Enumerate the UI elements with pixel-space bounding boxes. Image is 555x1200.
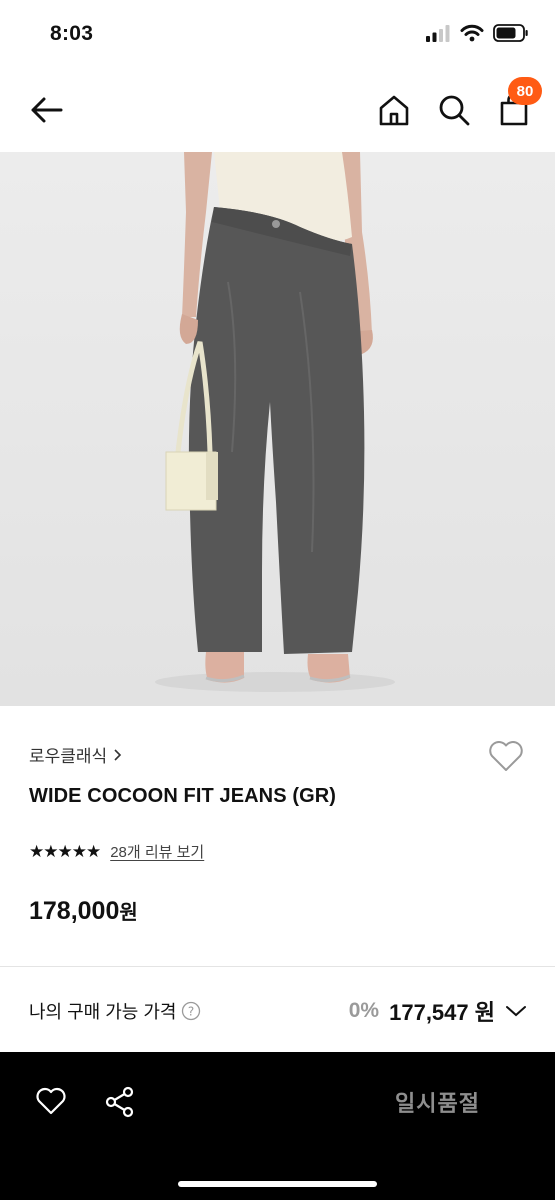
my-price-values: 0% 177,547 원 bbox=[349, 995, 527, 1027]
status-icons bbox=[425, 24, 529, 42]
my-price-row[interactable]: 나의 구매 가능 가격 ? 0% 177,547 원 bbox=[0, 967, 555, 1052]
search-icon[interactable] bbox=[436, 92, 472, 128]
signal-icon bbox=[426, 25, 450, 42]
my-price-label: 나의 구매 가능 가격 bbox=[29, 1002, 177, 1022]
top-nav bbox=[0, 70, 555, 152]
wifi-icon bbox=[460, 24, 484, 42]
help-icon[interactable]: ? bbox=[181, 1001, 201, 1021]
product-name: WIDE COCOON FIT JEANS (GR) bbox=[29, 785, 337, 807]
cart-count-badge: 80 bbox=[508, 77, 542, 105]
product-image[interactable] bbox=[0, 152, 555, 706]
back-arrow-icon[interactable] bbox=[26, 90, 66, 130]
my-price-amount: 177,547 원 bbox=[389, 1000, 495, 1025]
bottom-action-bar: 일시품절 bbox=[0, 1052, 555, 1200]
heart-icon[interactable] bbox=[34, 1084, 68, 1118]
battery-icon bbox=[493, 24, 528, 42]
svg-text:?: ? bbox=[188, 1005, 194, 1019]
product-photo bbox=[155, 152, 395, 692]
discount-rate: 0% bbox=[348, 999, 380, 1022]
chevron-right-icon bbox=[114, 748, 122, 761]
status-bar: 8:03 bbox=[0, 0, 555, 70]
soldout-button[interactable]: 일시품절 bbox=[395, 1086, 480, 1118]
brand-name: 로우클래식 bbox=[29, 747, 108, 766]
review-link[interactable]: 28개 리뷰 보기 bbox=[110, 841, 204, 862]
home-indicator bbox=[178, 1181, 377, 1187]
rating-row: ★★★★★ 28개 리뷰 보기 bbox=[29, 841, 204, 862]
heart-icon[interactable] bbox=[486, 736, 526, 776]
share-icon[interactable] bbox=[102, 1084, 138, 1120]
brand-link[interactable]: 로우클래식 bbox=[29, 742, 123, 767]
chevron-down-icon[interactable] bbox=[505, 1004, 527, 1018]
status-time: 8:03 bbox=[50, 22, 94, 45]
product-price: 178,000원 bbox=[29, 896, 138, 926]
rating-stars: ★★★★★ bbox=[29, 841, 101, 861]
home-icon[interactable] bbox=[376, 92, 412, 128]
price-value: 178,000 bbox=[29, 897, 120, 925]
my-price-label-group: 나의 구매 가능 가격 ? bbox=[29, 998, 201, 1024]
price-unit: 원 bbox=[119, 902, 138, 924]
